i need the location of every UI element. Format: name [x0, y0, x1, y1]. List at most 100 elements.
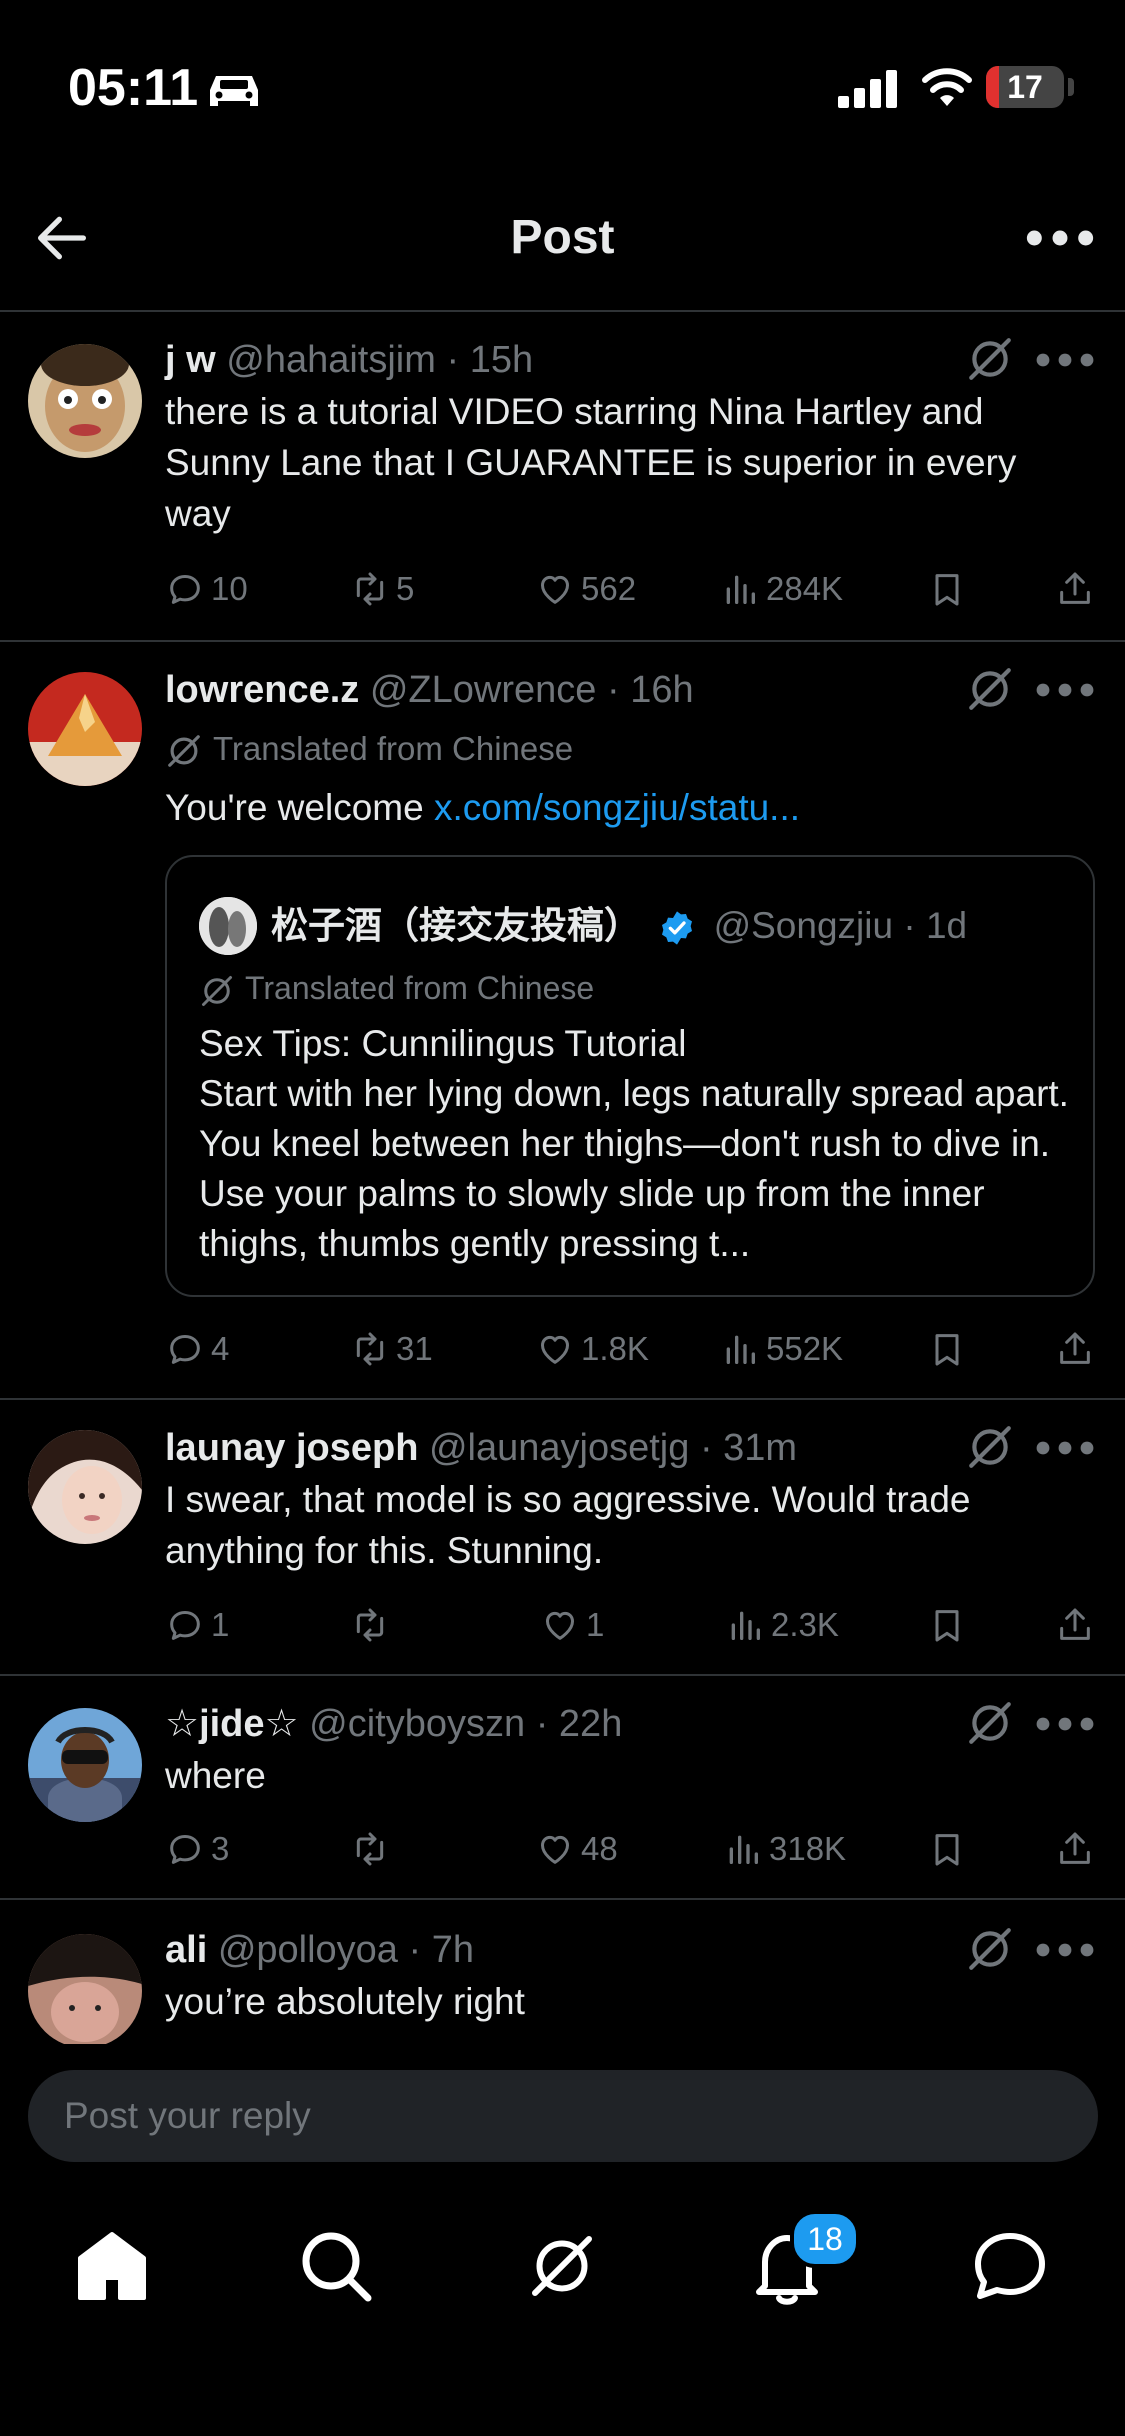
bookmark-button[interactable]	[927, 1598, 967, 1648]
views-button[interactable]: 284K	[720, 562, 843, 612]
repost-icon	[356, 1608, 384, 1642]
like-count: 1.8K	[581, 1330, 649, 1368]
avatar[interactable]	[28, 1430, 142, 1544]
author-name[interactable]: lowrence.z	[165, 669, 359, 711]
post-time[interactable]: 22h	[559, 1703, 622, 1745]
grok-tab-icon[interactable]	[512, 2216, 612, 2316]
share-button[interactable]	[1055, 562, 1095, 612]
more-icon[interactable]	[1025, 206, 1095, 270]
search-icon[interactable]	[286, 2216, 386, 2316]
author-handle[interactable]: @hahaitsjim	[226, 339, 436, 381]
post-time[interactable]: 31m	[723, 1427, 797, 1469]
share-button[interactable]	[1055, 1598, 1095, 1648]
more-icon[interactable]	[1035, 1704, 1095, 1744]
bookmark-button[interactable]	[927, 1322, 967, 1372]
tweet-header: ☆jide☆ @cityboyszn · 22h	[165, 1698, 622, 1750]
separator: ·	[535, 1703, 549, 1745]
author-handle[interactable]: @cityboyszn	[309, 1703, 525, 1745]
repost-icon	[356, 1332, 384, 1366]
quote-time[interactable]: 1d	[926, 905, 967, 946]
more-icon[interactable]	[1035, 1930, 1095, 1970]
author-name[interactable]: launay joseph	[165, 1427, 418, 1469]
more-icon[interactable]	[1035, 1428, 1095, 1468]
bookmark-icon	[935, 1610, 959, 1642]
repost-button[interactable]: 31	[350, 1322, 433, 1372]
quote-header: 松子酒（接交友投稿） @Songzjiu · 1d	[271, 899, 967, 953]
author-handle[interactable]: @ZLowrence	[370, 669, 597, 711]
post-time[interactable]: 16h	[630, 669, 693, 711]
bookmark-button[interactable]	[927, 1822, 967, 1872]
views-button[interactable]: 2.3K	[725, 1598, 839, 1648]
like-button[interactable]: 48	[535, 1822, 618, 1872]
tweet-actions: 10 5 562 284K	[165, 562, 1095, 612]
reply-tweet[interactable]: launay joseph @launayjosetjg · 31m I swe…	[0, 1400, 1125, 1676]
avatar[interactable]	[28, 672, 142, 786]
author-name[interactable]: ali	[165, 1929, 207, 1971]
reply-tweet[interactable]: ali @polloyoa · 7h you’re absolutely rig…	[0, 1900, 1125, 2044]
like-button[interactable]: 1.8K	[535, 1322, 649, 1372]
grok-icon	[202, 975, 232, 1006]
separator: ·	[699, 1427, 713, 1469]
separator: ·	[408, 1929, 422, 1971]
author-handle[interactable]: @polloyoa	[218, 1929, 398, 1971]
battery-indicator: 17	[986, 66, 1064, 108]
more-icon[interactable]	[1035, 670, 1095, 710]
like-count: 48	[581, 1830, 618, 1868]
quote-author-handle[interactable]: @Songzjiu	[714, 905, 894, 946]
reply-input[interactable]	[28, 2070, 1098, 2162]
reply-tweet[interactable]: j w @hahaitsjim · 15h there is a tutoria…	[0, 312, 1125, 642]
post-time[interactable]: 7h	[432, 1929, 474, 1971]
grok-icon[interactable]	[965, 334, 1015, 384]
post-time[interactable]: 15h	[470, 339, 533, 381]
author-name[interactable]: ☆jide☆	[165, 1703, 299, 1745]
avatar[interactable]	[28, 344, 142, 458]
reply-button[interactable]: 4	[165, 1322, 229, 1372]
share-button[interactable]	[1055, 1322, 1095, 1372]
avatar[interactable]	[28, 1708, 142, 1822]
grok-icon[interactable]	[965, 1698, 1015, 1748]
author-name[interactable]: j w	[165, 339, 216, 381]
reply-button[interactable]: 3	[165, 1822, 229, 1872]
tweet-link[interactable]: x.com/songzjiu/statu...	[434, 787, 800, 828]
share-button[interactable]	[1055, 1822, 1095, 1872]
quote-author-name[interactable]: 松子酒（接交友投稿）	[271, 905, 641, 946]
grok-icon[interactable]	[965, 1422, 1015, 1472]
reply-button[interactable]: 10	[165, 562, 248, 612]
quoted-tweet[interactable]: 松子酒（接交友投稿） @Songzjiu · 1d Translated fro…	[165, 855, 1095, 1297]
reply-tweet[interactable]: lowrence.z @ZLowrence · 16h Translated f…	[0, 642, 1125, 1400]
reply-composer[interactable]	[28, 2070, 1098, 2162]
tweet-actions: 4 31 1.8K 552K	[165, 1322, 1095, 1372]
translated-label[interactable]: Translated from Chinese	[165, 726, 573, 772]
wifi-icon	[922, 68, 972, 106]
views-button[interactable]: 318K	[723, 1822, 846, 1872]
repost-button[interactable]	[350, 1822, 396, 1872]
quote-avatar[interactable]	[199, 897, 257, 955]
separator: ·	[446, 339, 460, 381]
home-icon[interactable]	[62, 2216, 162, 2316]
views-icon	[726, 1335, 755, 1365]
translated-text: Translated from Chinese	[213, 730, 574, 767]
repost-button[interactable]: 5	[350, 562, 414, 612]
status-time: 05:11	[68, 59, 199, 117]
reply-button[interactable]: 1	[165, 1598, 229, 1648]
grok-icon[interactable]	[965, 1924, 1015, 1974]
tweet-text-body: You're welcome	[165, 787, 434, 828]
reply-tweet[interactable]: ☆jide☆ @cityboyszn · 22h where 3 48 318K	[0, 1676, 1125, 1900]
reply-count: 1	[211, 1606, 230, 1644]
bookmark-button[interactable]	[927, 562, 967, 612]
like-button[interactable]: 1	[540, 1598, 604, 1648]
more-icon[interactable]	[1035, 340, 1095, 380]
author-handle[interactable]: @launayjosetjg	[429, 1427, 689, 1469]
messages-icon[interactable]	[960, 2216, 1060, 2316]
views-button[interactable]: 552K	[720, 1322, 843, 1372]
repost-button[interactable]	[350, 1598, 396, 1648]
views-count: 318K	[769, 1830, 847, 1868]
repost-count: 31	[396, 1330, 433, 1368]
like-count: 562	[581, 570, 637, 608]
tweet-actions: 1 1 2.3K	[165, 1598, 1095, 1648]
avatar[interactable]	[28, 1934, 142, 2044]
like-button[interactable]: 562	[535, 562, 636, 612]
reply-count: 10	[211, 570, 248, 608]
grok-icon[interactable]	[965, 664, 1015, 714]
quote-translated-label[interactable]: Translated from Chinese	[199, 965, 594, 1011]
